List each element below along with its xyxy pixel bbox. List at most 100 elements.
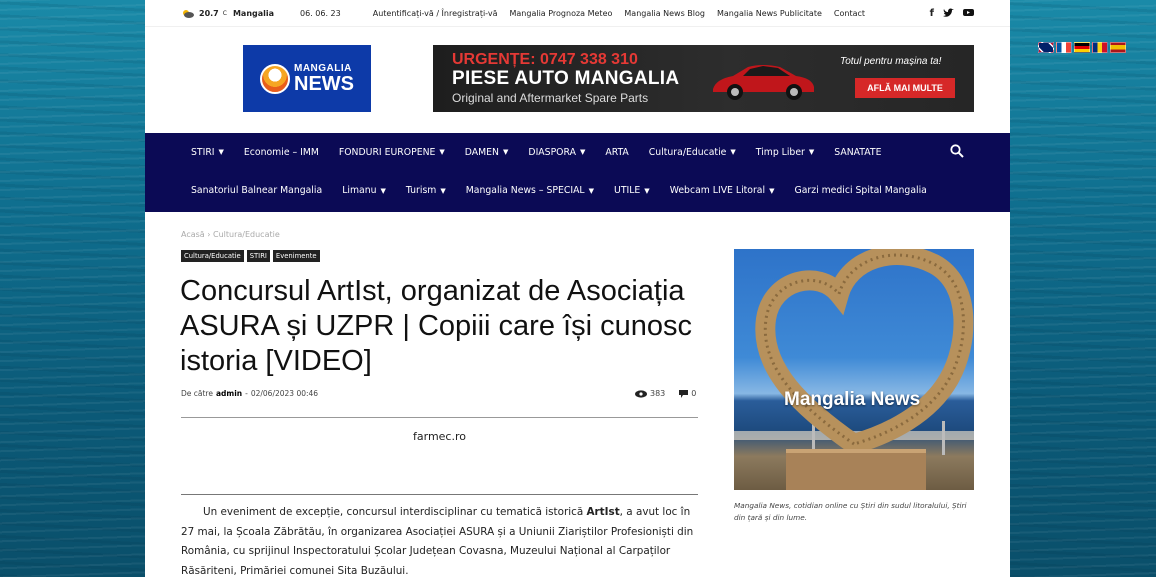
sponsor-link[interactable]: farmec.ro xyxy=(181,430,698,443)
logo-text-top: MANGALIA xyxy=(294,62,352,74)
nav-label: DAMEN xyxy=(464,146,500,158)
nav-label: Webcam LIVE Litoral xyxy=(669,185,766,196)
chevron-down-icon: ▼ xyxy=(769,186,775,195)
flag-es-icon[interactable] xyxy=(1110,42,1126,53)
nav-item-limanu[interactable]: Limanu ▼ xyxy=(342,185,386,196)
ad-banner[interactable]: URGENȚE: 0747 338 310 PIESE AUTO MANGALI… xyxy=(433,45,974,112)
category-tag[interactable]: STIRI xyxy=(246,250,270,262)
nav-row-2: Sanatoriul Balnear Mangalia Limanu ▼ Turi… xyxy=(191,171,1010,210)
paragraph-bold-text: ArtIst xyxy=(586,506,620,518)
banner-subtitle: Original and Aftermarket Spare Parts xyxy=(452,91,649,105)
contact-link[interactable]: Contact xyxy=(834,9,865,18)
twitter-icon[interactable] xyxy=(943,8,954,18)
banner-tagline: Totul pentru mașina ta! xyxy=(840,56,942,67)
article-body: Un eveniment de excepție, concursul inte… xyxy=(181,503,701,577)
nav-label: Economie – IMM xyxy=(243,146,319,158)
nav-item-timp-liber[interactable]: Timp Liber ▼ xyxy=(756,147,815,158)
social-icons: f xyxy=(930,8,974,19)
comment-icon xyxy=(679,389,689,398)
site-logo[interactable]: MANGALIA NEWS xyxy=(243,45,371,112)
site-header: MANGALIA NEWS URGENȚE: 0747 338 310 PIES… xyxy=(145,27,1010,133)
nav-label: Garzi medici Spital Mangalia xyxy=(794,185,927,196)
nav-item-utile[interactable]: UTILE ▼ xyxy=(614,185,650,196)
nav-label: STIRI xyxy=(191,146,215,158)
nav-item-sanatate[interactable]: SANATATE xyxy=(834,147,881,158)
nav-label: Sanatoriul Balnear Mangalia xyxy=(191,185,323,196)
nav-item-webcam[interactable]: Webcam LIVE Litoral ▼ xyxy=(670,185,775,196)
flag-de-icon[interactable] xyxy=(1074,42,1090,53)
login-link[interactable]: Autentificați-vă / Înregistrați-vă xyxy=(373,9,498,18)
nav-label: ARTA xyxy=(605,146,629,158)
category-tag[interactable]: Cultura/Educatie xyxy=(181,250,244,262)
nav-label: FONDURI EUROPENE xyxy=(338,146,436,158)
weather-link[interactable]: Mangalia Prognoza Meteo xyxy=(509,9,612,18)
banner-cta-button[interactable]: AFLĂ MAI MULTE xyxy=(855,78,955,98)
category-tags: Cultura/Educatie STIRI Evenimente xyxy=(181,250,320,262)
category-tag[interactable]: Evenimente xyxy=(272,250,320,262)
search-icon[interactable] xyxy=(950,144,964,158)
paragraph-text: Un eveniment de excepție, concursul inte… xyxy=(203,506,587,518)
flag-uk-icon[interactable] xyxy=(1038,42,1054,53)
views-count: 383 xyxy=(635,389,665,398)
comments-value: 0 xyxy=(691,389,697,398)
divider xyxy=(181,417,698,418)
nav-item-cultura[interactable]: Cultura/Educatie ▼ xyxy=(649,147,736,158)
nav-label: Limanu xyxy=(342,185,377,196)
weather-city: Mangalia xyxy=(232,8,275,18)
nav-label: Turism xyxy=(405,185,437,196)
sidebar-image[interactable]: Mangalia News xyxy=(734,249,974,490)
article-paragraph: Un eveniment de excepție, concursul inte… xyxy=(181,503,701,577)
banner-urgent: URGENȚE: 0747 338 310 xyxy=(452,51,638,68)
breadcrumb-current[interactable]: Cultura/Educatie xyxy=(213,230,280,239)
byline-prefix: De către xyxy=(181,389,213,398)
facebook-icon[interactable]: f xyxy=(930,8,934,19)
chevron-down-icon: ▼ xyxy=(218,148,224,156)
chevron-down-icon: ▼ xyxy=(503,148,509,156)
main-nav: STIRI ▼ Economie – IMM FONDURI EUROPENE ▼ … xyxy=(145,133,1010,212)
nav-item-arta[interactable]: ARTA xyxy=(605,147,628,158)
chevron-down-icon: ▼ xyxy=(579,148,586,156)
youtube-icon[interactable] xyxy=(963,8,974,17)
flag-fr-icon[interactable] xyxy=(1056,42,1072,53)
chevron-down-icon: ▼ xyxy=(644,186,650,195)
flag-ro-icon[interactable] xyxy=(1092,42,1108,53)
nav-label: Cultura/Educatie xyxy=(648,146,727,158)
nav-row-1: STIRI ▼ Economie – IMM FONDURI EUROPENE ▼ … xyxy=(191,133,1010,171)
page-container: 20.7 C Mangalia 06. 06. 23 Autentificați-… xyxy=(145,0,1010,577)
chevron-down-icon: ▼ xyxy=(588,186,595,195)
comments-count[interactable]: 0 xyxy=(679,389,696,398)
language-flags xyxy=(1038,42,1126,53)
advertising-link[interactable]: Mangalia News Publicitate xyxy=(717,9,822,18)
chevron-down-icon: ▼ xyxy=(808,148,815,156)
weather-cloud-icon xyxy=(183,9,194,18)
article-date: 02/06/2023 00:46 xyxy=(250,389,319,398)
banner-title: PIESE AUTO MANGALIA xyxy=(452,68,680,89)
author-link[interactable]: admin xyxy=(216,389,242,398)
chevron-down-icon: ▼ xyxy=(440,186,446,195)
nav-label: Mangalia News – SPECIAL xyxy=(465,185,585,196)
blog-link[interactable]: Mangalia News Blog xyxy=(624,9,705,18)
nav-item-diaspora[interactable]: DIASPORA ▼ xyxy=(528,147,585,158)
nav-label: DIASPORA xyxy=(528,146,576,158)
nav-label: UTILE xyxy=(614,185,641,196)
nav-item-economie[interactable]: Economie – IMM xyxy=(244,147,319,158)
article-title: Concursul ArtIst, organizat de Asociația… xyxy=(180,275,692,377)
heart-sculpture-image xyxy=(734,249,974,490)
nav-item-damen[interactable]: DAMEN ▼ xyxy=(465,147,509,158)
breadcrumb-home[interactable]: Acasă xyxy=(181,230,205,239)
chevron-down-icon: ▼ xyxy=(439,148,445,156)
nav-item-stiri[interactable]: STIRI ▼ xyxy=(191,147,224,158)
nav-item-fonduri[interactable]: FONDURI EUROPENE ▼ xyxy=(339,147,445,158)
temperature-unit: C xyxy=(222,9,227,17)
article-meta: De către admin - 02/06/2023 00:46 xyxy=(181,389,318,398)
top-date: 06. 06. 23 xyxy=(300,8,341,18)
nav-item-garzi[interactable]: Garzi medici Spital Mangalia xyxy=(794,185,926,196)
sidebar-caption: Mangalia News, cotidian online cu Știri … xyxy=(734,501,967,522)
breadcrumb: Acasă › Cultura/Educatie xyxy=(181,230,280,239)
nav-item-turism[interactable]: Turism ▼ xyxy=(406,185,446,196)
chevron-down-icon: ▼ xyxy=(380,186,386,195)
image-overlay-text: Mangalia News xyxy=(784,389,921,410)
nav-item-special[interactable]: Mangalia News – SPECIAL ▼ xyxy=(466,185,594,196)
nav-item-sanatoriul[interactable]: Sanatoriul Balnear Mangalia xyxy=(191,185,322,196)
views-value: 383 xyxy=(650,389,666,398)
